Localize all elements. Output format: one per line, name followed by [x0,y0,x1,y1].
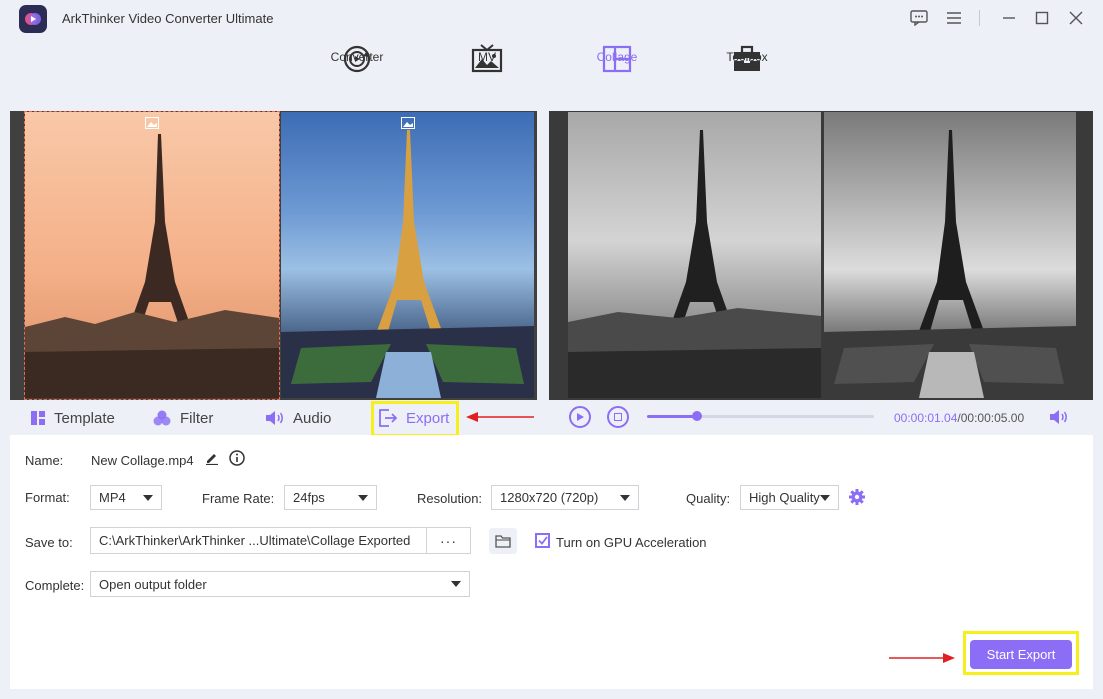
tab-audio[interactable]: Audio [265,401,331,435]
play-icon [577,413,584,421]
saveto-label: Save to: [25,535,73,550]
gpu-label: Turn on GPU Acceleration [556,535,707,550]
maximize-icon[interactable] [1032,8,1052,28]
progress-track[interactable] [647,411,874,421]
annotation-arrow-export [466,412,534,422]
edit-name-icon[interactable] [205,451,219,470]
name-label: Name: [25,453,64,468]
tab-filter-label: Filter [180,409,214,427]
quality-select[interactable]: High Quality [740,485,839,510]
nav-collage[interactable]: Collage [567,44,667,104]
format-select[interactable]: MP4 [90,485,162,510]
stop-button[interactable] [607,406,629,428]
checkmark-icon [537,536,548,545]
quality-label: Quality: [686,491,731,506]
quality-value: High Quality [749,490,820,505]
nav-converter[interactable]: Converter [307,44,407,104]
framerate-label: Frame Rate: [202,491,275,506]
export-tab-highlight [371,401,459,437]
complete-label: Complete: [25,578,85,593]
stop-icon [614,413,622,421]
player-controls: 00:00:01.04/00:00:05.00 [551,401,1093,435]
feedback-icon[interactable] [909,8,929,28]
export-settings-panel: Name: New Collage.mp4 Format: MP4 Frame … [10,435,1093,689]
filter-icon [153,410,171,426]
save-path-field[interactable]: C:\ArkThinker\ArkThinker ...Ultimate\Col… [90,527,427,554]
chevron-down-icon [451,581,461,587]
format-label: Format: [25,490,70,505]
open-folder-button[interactable] [489,528,517,554]
progress-handle[interactable] [691,411,702,421]
play-button[interactable] [569,406,591,428]
time-display: 00:00:01.04/00:00:05.00 [894,411,1024,425]
template-icon [31,411,45,425]
volume-icon[interactable] [1049,409,1069,430]
titlebar-separator [979,10,980,26]
audio-icon [266,411,283,425]
resolution-value: 1280x720 (720p) [500,490,599,505]
nav-toolbox[interactable]: Toolbox [697,44,797,104]
gear-icon[interactable] [848,488,866,511]
tab-template[interactable]: Template [30,401,115,435]
current-time: 00:00:01.04 [894,411,958,425]
image-placeholder-icon [145,116,159,129]
chevron-down-icon [620,495,630,501]
progress-fill [647,415,697,418]
app-title: ArkThinker Video Converter Ultimate [62,11,274,26]
tab-filter[interactable]: Filter [152,401,213,435]
name-value: New Collage.mp4 [91,453,194,468]
tab-template-label: Template [54,409,115,427]
chevron-down-icon [143,495,153,501]
tab-audio-label: Audio [293,409,332,427]
nav-toolbox-label: Toolbox [726,50,768,64]
nav-converter-label: Converter [330,50,384,64]
image-placeholder-icon [401,116,415,129]
start-export-button[interactable]: Start Export [970,640,1072,669]
info-icon[interactable] [229,450,245,471]
save-path-value: C:\ArkThinker\ArkThinker ...Ultimate\Col… [99,533,411,548]
folder-icon [495,535,511,548]
nav-mv-label: MV [478,50,496,64]
framerate-select[interactable]: 24fps [284,485,377,510]
chevron-down-icon [820,495,830,501]
nav-mv[interactable]: MV [437,44,537,104]
resolution-select[interactable]: 1280x720 (720p) [491,485,639,510]
annotation-arrow-start-export [889,653,955,663]
minimize-icon[interactable] [999,8,1019,28]
complete-value: Open output folder [99,576,207,592]
resolution-label: Resolution: [417,491,483,506]
gpu-checkbox[interactable] [535,533,550,548]
app-logo-icon [19,5,47,33]
collage-cell-1-photo[interactable] [25,112,279,398]
browse-button[interactable]: ··· [426,527,471,554]
menu-icon[interactable] [944,8,964,28]
close-icon[interactable] [1066,8,1086,28]
framerate-value: 24fps [293,490,325,505]
nav-collage-label: Collage [596,50,638,64]
title-bar: ArkThinker Video Converter Ultimate [0,0,1103,36]
complete-select[interactable]: Open output folder [90,571,470,597]
output-cell-1-photo [568,112,821,398]
collage-cell-2-photo[interactable] [281,112,534,398]
format-value: MP4 [99,490,126,505]
chevron-down-icon [358,495,368,501]
output-cell-2-photo [824,112,1076,398]
total-time: 00:00:05.00 [960,411,1025,425]
app-window: ArkThinker Video Converter Ultimate Conv… [0,0,1103,699]
